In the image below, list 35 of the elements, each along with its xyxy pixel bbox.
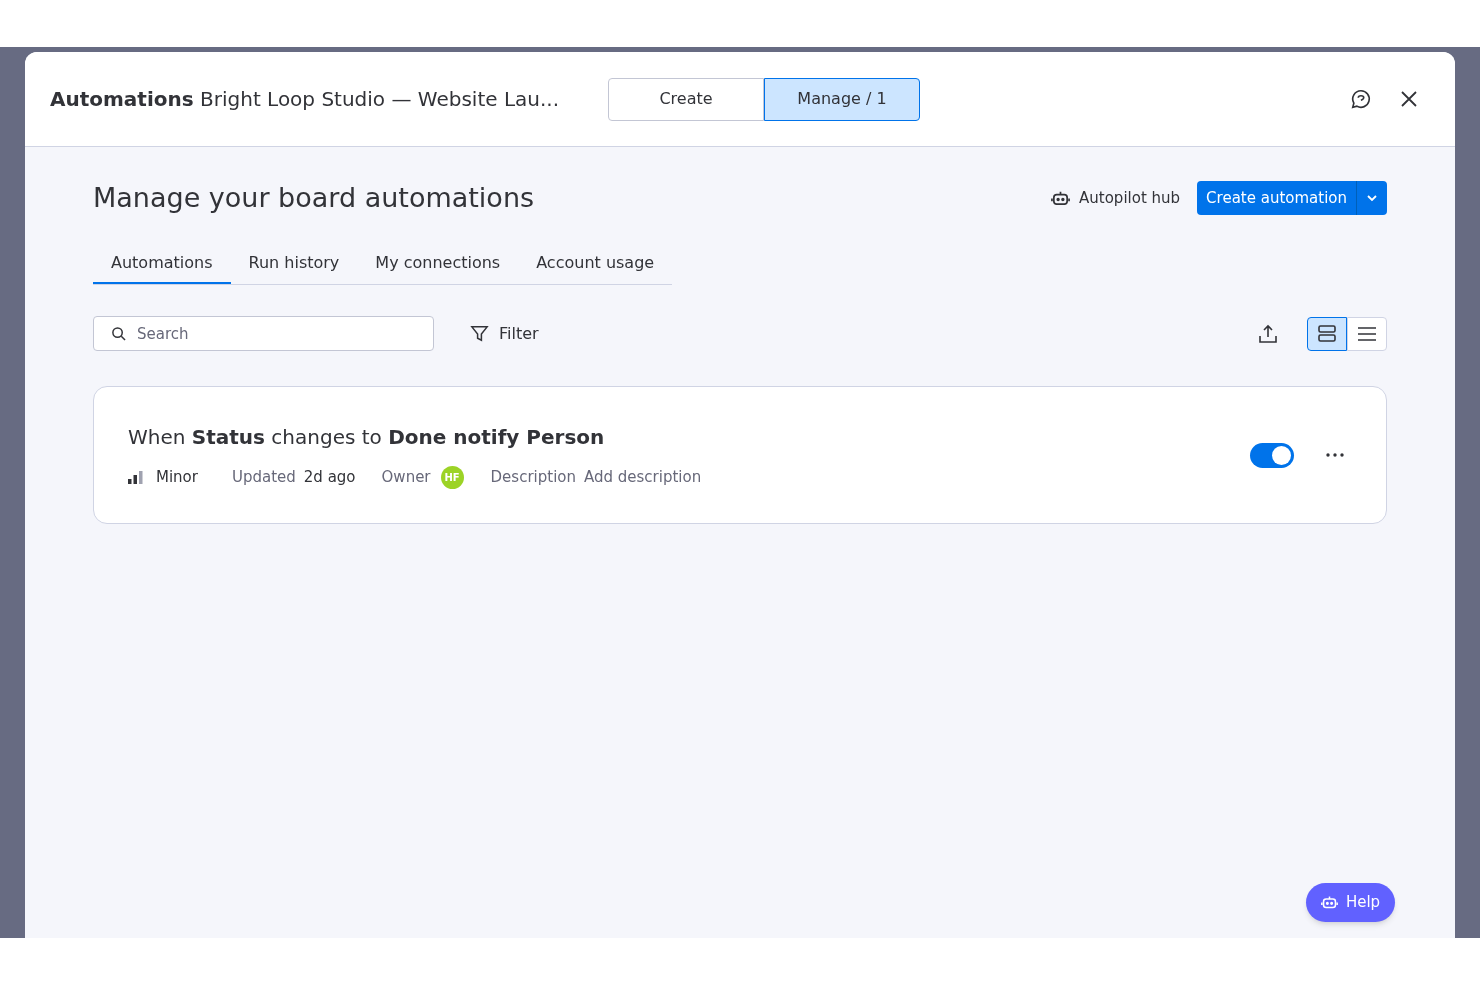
- modal-title: Automations Bright Loop Studio — Website Lau...: [50, 86, 555, 113]
- rows-icon: [1318, 325, 1336, 342]
- export-icon[interactable]: [1258, 323, 1278, 344]
- menu-icon: [1358, 326, 1376, 341]
- owner-avatar: HF: [440, 465, 464, 489]
- tab[interactable]: Automations: [93, 243, 231, 284]
- page-heading: Manage your board automations: [93, 180, 535, 215]
- priority-icon: [128, 470, 143, 484]
- updated-value: 2d ago: [303, 466, 356, 488]
- automation-title: When Status changes to Done notify Person: [128, 423, 606, 451]
- robot-icon: [1320, 894, 1338, 911]
- chevron-down-icon: [1366, 192, 1378, 204]
- search-field[interactable]: Search: [93, 316, 434, 351]
- owner-label: Owner: [381, 466, 431, 488]
- toggle-switch[interactable]: [1250, 442, 1294, 468]
- updated-label: Updated: [231, 466, 296, 488]
- add-description-link[interactable]: Add description: [584, 465, 702, 489]
- automation-card[interactable]: When Status changes to Done notify Person Minor Updated 2d ago Owner HF Description Add description: [93, 386, 1387, 524]
- close-icon[interactable]: [1400, 90, 1418, 108]
- tab[interactable]: Run history: [230, 243, 358, 284]
- autopilot-hub-button[interactable]: Autopilot hub: [1051, 186, 1181, 210]
- priority-label: Minor: [156, 466, 198, 488]
- mode-tab[interactable]: Create: [608, 77, 764, 121]
- search-icon: [111, 326, 126, 341]
- more-icon[interactable]: [1326, 453, 1344, 457]
- tab[interactable]: Account usage: [518, 243, 673, 284]
- tab[interactable]: My connections: [357, 243, 519, 284]
- help-button[interactable]: Help: [1306, 883, 1395, 922]
- description-label: Description: [490, 466, 576, 488]
- list-view-button[interactable]: [1347, 316, 1387, 351]
- filter-icon: [470, 324, 489, 343]
- card-view-button[interactable]: [1307, 316, 1347, 351]
- filter-button[interactable]: Filter: [470, 321, 539, 346]
- feedback-icon[interactable]: [1350, 88, 1372, 110]
- mode-tab[interactable]: Manage / 1: [764, 77, 920, 121]
